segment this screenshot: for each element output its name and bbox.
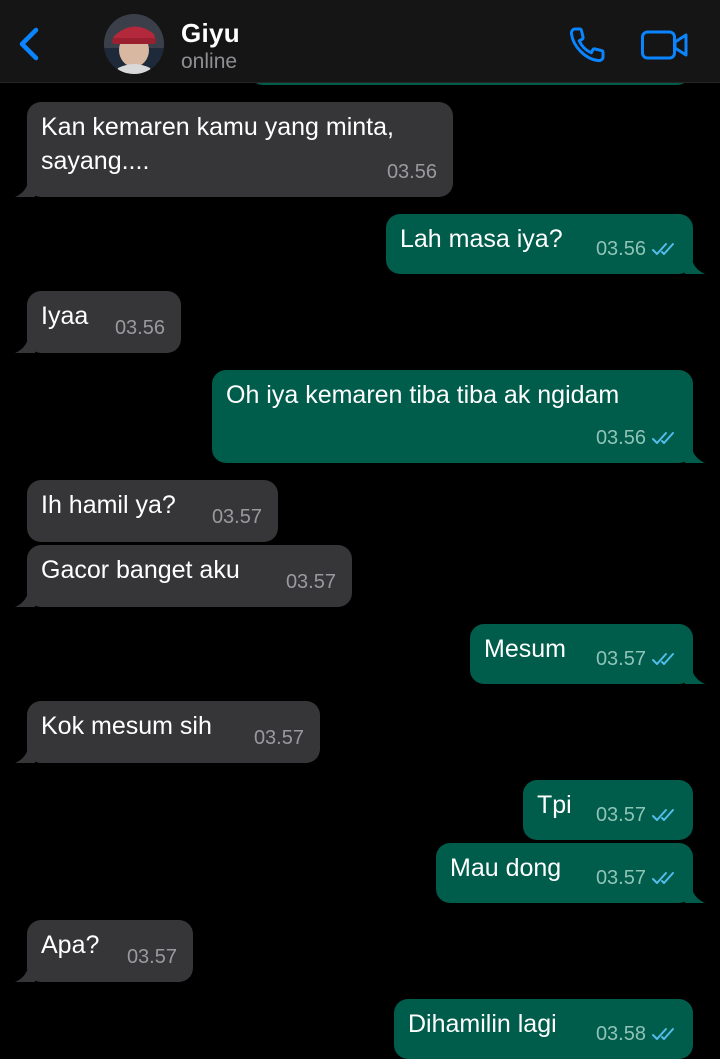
message-text: Mau dong: [450, 854, 562, 882]
message-time: 03.57: [126, 946, 177, 968]
back-button[interactable]: [10, 22, 50, 66]
message-text: Kan kemaren kamu yang minta,: [41, 113, 394, 141]
message-bubble-outgoing[interactable]: Mesum 03.57: [470, 624, 705, 684]
bubble-tail: [15, 331, 35, 353]
message-text: Tpi: [537, 791, 572, 819]
message-bubble-incoming[interactable]: Gacor banget aku 03.57: [15, 545, 352, 607]
video-camera-icon: [641, 30, 688, 60]
bubble-tail: [685, 662, 705, 684]
message-text: sayang....: [41, 147, 150, 175]
message-text: Ih hamil ya?: [41, 491, 176, 519]
message-meta: 03.56: [596, 232, 679, 266]
message-time: 03.56: [595, 427, 646, 449]
message-text: Oh iya kemaren tiba tiba ak ngidam: [226, 381, 620, 409]
message-time: 03.57: [285, 571, 336, 593]
message-time: 03.57: [595, 648, 646, 670]
read-receipt-icon: [652, 809, 674, 821]
profile-photo: [104, 14, 164, 74]
message-time: 03.57: [211, 506, 262, 528]
message-bubble-outgoing[interactable]: Mau dong 03.57: [436, 843, 705, 903]
message-time: 03.56: [114, 317, 165, 339]
read-receipt-icon: [652, 432, 674, 444]
message-bubble-incoming[interactable]: Apa? 03.57: [15, 920, 193, 982]
avatar[interactable]: [104, 14, 164, 74]
contact-status: online: [181, 50, 238, 73]
message-bubble-incoming[interactable]: Kok mesum sih 03.57: [15, 701, 320, 763]
read-receipt-icon: [652, 872, 674, 884]
contact-name[interactable]: Giyu: [181, 18, 240, 49]
message-text: Apa?: [41, 931, 100, 959]
message-time: 03.58: [595, 1023, 646, 1045]
message-bubble-incoming[interactable]: Kan kemaren kamu yang minta, sayang.... …: [15, 102, 453, 197]
message-bubble-outgoing[interactable]: Dihamilin lagi 03.58: [394, 999, 693, 1059]
message-time: 03.57: [595, 867, 646, 889]
read-receipt-icon: [652, 653, 674, 665]
message-text: Iyaa: [41, 302, 89, 330]
message-time: 03.56: [595, 238, 646, 260]
bubble-tail: [685, 252, 705, 274]
message-meta: 03.57: [596, 798, 679, 832]
message-meta: 03.57: [596, 642, 679, 676]
bubble-tail: [15, 741, 35, 763]
phone-icon: [569, 27, 605, 63]
message-time: 03.57: [253, 727, 304, 749]
message-time: 03.56: [386, 161, 437, 183]
message-time: 03.57: [595, 804, 646, 826]
message-bubble-outgoing[interactable]: Lah masa iya? 03.56: [386, 214, 705, 274]
message-text: Gacor banget aku: [41, 556, 240, 584]
message-bubble-outgoing[interactable]: Oh iya kemaren tiba tiba ak ngidam 03.56: [212, 370, 705, 463]
message-meta: 03.57: [596, 861, 679, 895]
bubble-tail: [15, 585, 35, 607]
bubble-tail: [15, 960, 35, 982]
bubble-tail: [15, 175, 35, 197]
message-text: Dihamilin lagi: [408, 1010, 557, 1038]
message-text: Lah masa iya?: [400, 225, 563, 253]
bubble-tail: [685, 881, 705, 903]
message-text: Mesum: [484, 635, 566, 663]
message-bubble-incoming[interactable]: Ih hamil ya? 03.57: [27, 480, 278, 542]
message-bubble-outgoing[interactable]: Tpi 03.57: [523, 780, 693, 840]
video-call-button[interactable]: [640, 27, 690, 63]
message-bubble-incoming[interactable]: Iyaa 03.56: [15, 291, 181, 353]
read-receipt-icon: [652, 1028, 674, 1040]
read-receipt-icon: [652, 243, 674, 255]
chevron-left-icon: [19, 27, 39, 61]
message-text: Kok mesum sih: [41, 712, 212, 740]
bubble-tail: [685, 441, 705, 463]
voice-call-button[interactable]: [566, 24, 608, 66]
chat-header: Giyu online: [0, 0, 720, 83]
message-meta: 03.58: [596, 1017, 679, 1051]
message-meta: 03.56: [596, 421, 679, 455]
